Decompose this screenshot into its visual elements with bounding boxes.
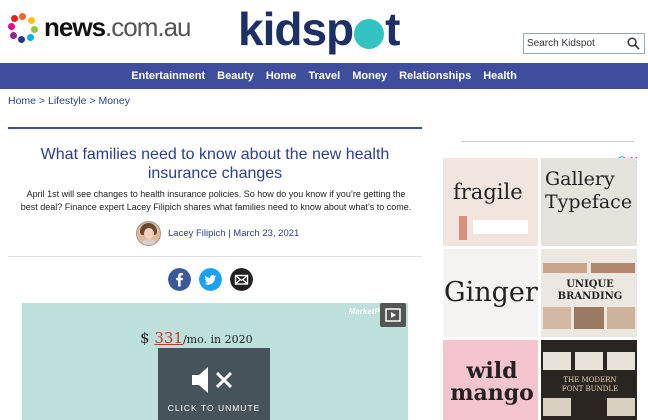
news-dots-icon — [8, 12, 38, 43]
search-box — [523, 33, 645, 54]
author-avatar — [136, 221, 161, 246]
ad-tile-gallery[interactable]: Gallery Typeface — [541, 158, 637, 246]
unmute-label: CLICK TO UNMUTE — [167, 403, 261, 413]
speaker-muted-icon — [192, 367, 233, 393]
unmute-overlay[interactable]: CLICK TO UNMUTE — [158, 348, 270, 420]
sidebar-divider — [461, 141, 634, 142]
news-com-au-logo[interactable]: news.com.au — [8, 12, 192, 43]
ad-tile-font-bundle[interactable]: THE MODERN FONT BUNDLE — [541, 340, 637, 420]
facebook-share-icon[interactable] — [168, 268, 191, 291]
breadcrumb[interactable]: Home > Lifestyle > Money — [8, 95, 130, 107]
search-icon[interactable] — [627, 37, 640, 50]
main-nav: Entertainment Beauty Home Travel Money R… — [0, 63, 648, 89]
byline-text: Lacey Filipich | March 23, 2021 — [168, 228, 300, 239]
news-suffix: .com.au — [105, 12, 191, 42]
email-share-icon[interactable] — [230, 268, 253, 291]
kidspot-o-dot — [354, 19, 385, 49]
nav-relationships[interactable]: Relationships — [399, 70, 471, 82]
article-intro: April 1st will see changes to health ins… — [20, 189, 412, 212]
nav-travel[interactable]: Travel — [308, 70, 340, 82]
ad-tile-fragile[interactable]: fragile — [443, 158, 538, 246]
ad-tile-unique-branding[interactable]: UNIQUE BRANDING — [541, 249, 637, 337]
page: news.com.au kidspt Entertainment Beauty … — [0, 0, 648, 420]
nav-beauty[interactable]: Beauty — [217, 70, 254, 82]
news-brand: news — [44, 12, 106, 42]
site-header: news.com.au kidsp t — [0, 0, 648, 62]
nav-health[interactable]: Health — [483, 70, 517, 82]
nav-money[interactable]: Money — [352, 70, 387, 82]
author-byline[interactable]: Lacey Filipich | March 23, 2021 — [136, 221, 299, 246]
nav-entertainment[interactable]: Entertainment — [131, 70, 205, 82]
video-price-text: $ 331/mo. in 2020 — [140, 329, 253, 347]
divider — [8, 256, 422, 257]
nav-home[interactable]: Home — [266, 70, 297, 82]
twitter-share-icon[interactable] — [199, 268, 222, 291]
article-title: What families need to know about the new… — [40, 146, 390, 182]
search-input[interactable] — [527, 38, 625, 49]
ad-tile-ginger[interactable]: Ginger — [443, 249, 538, 337]
video-brand: MarketPl — [348, 307, 382, 316]
video-expand-icon[interactable] — [380, 303, 406, 327]
kidspot-logo[interactable]: kidsp t — [238, 2, 400, 56]
ad-tile-wild-mango[interactable]: wild mango — [443, 340, 538, 420]
